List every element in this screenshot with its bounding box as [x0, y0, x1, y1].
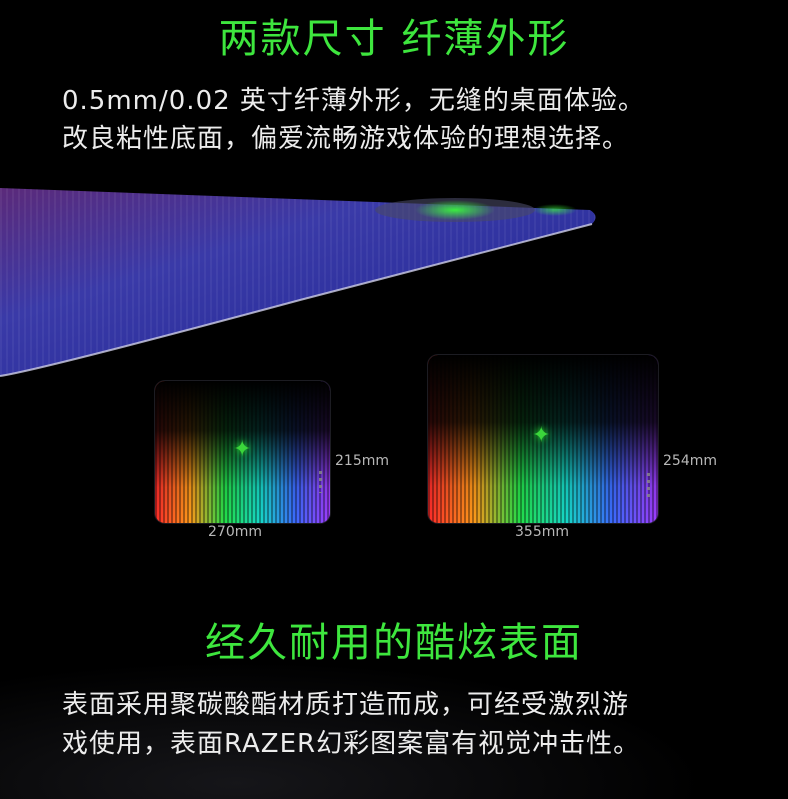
section-title-sizes: 两款尺寸 纤薄外形 — [218, 16, 570, 62]
surface-description-line1: 表面采用聚碳酸酯材质打造而成，可经受激烈游 — [62, 690, 630, 720]
large-pad-height-label: 254mm — [663, 453, 717, 469]
razer-logo-icon: ✦ — [233, 437, 252, 462]
large-pad-width-label: 355mm — [515, 524, 569, 540]
mousepad-small: ✦ — [155, 381, 330, 523]
pad-edge-dots — [647, 473, 650, 497]
mousepad-angled-image — [0, 188, 596, 377]
mousepad-large: ✦ — [428, 355, 658, 523]
product-page: 两款尺寸 纤薄外形 0.5mm/0.02 英寸纤薄外形，无缝的桌面体验。 改良粘… — [0, 0, 788, 799]
small-pad-height-label: 215mm — [335, 453, 389, 469]
sizes-description-line1: 0.5mm/0.02 英寸纤薄外形，无缝的桌面体验。 — [62, 86, 645, 116]
razer-logo-icon: ✦ — [532, 423, 551, 448]
sizes-description-line2: 改良粘性底面，偏爱流畅游戏体验的理想选择。 — [62, 124, 630, 154]
pad-edge-dots — [319, 471, 322, 493]
surface-description-line2: 戏使用，表面RAZER幻彩图案富有视觉冲击性。 — [62, 729, 641, 759]
section-title-surface: 经久耐用的酷炫表面 — [205, 620, 583, 666]
small-pad-width-label: 270mm — [208, 524, 262, 540]
